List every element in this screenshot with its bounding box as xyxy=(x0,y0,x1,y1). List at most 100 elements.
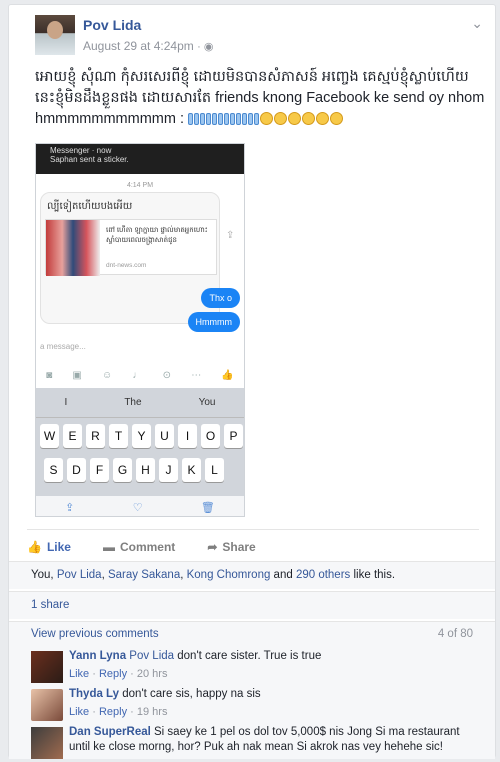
key: P xyxy=(224,424,243,448)
share-arrow-icon: ⇪ xyxy=(226,230,235,241)
comment-reply-link[interactable]: Reply xyxy=(99,668,127,680)
sweat-emoji-icon xyxy=(188,111,260,127)
notification-text: Saphan sent a sticker. xyxy=(50,155,129,164)
attached-screenshot[interactable]: Messenger · now Saphan sent a sticker. 4… xyxy=(35,143,245,517)
comment-text: don't care sis, happy na sis xyxy=(122,688,261,700)
comment-like-link[interactable]: Like xyxy=(69,706,89,718)
key: D xyxy=(67,458,86,482)
commenter-name[interactable]: Thyda Ly xyxy=(69,688,119,700)
notification-banner: Messenger · now Saphan sent a sticker. xyxy=(36,144,244,174)
key: Y xyxy=(132,424,151,448)
others-link[interactable]: 290 others xyxy=(296,569,350,581)
key: L xyxy=(205,458,224,482)
key: K xyxy=(182,458,201,482)
key: O xyxy=(201,424,220,448)
likes-summary: You, Pov Lida, Saray Sakana, Kong Chomro… xyxy=(9,561,495,589)
link-thumbnail xyxy=(46,220,100,276)
commenter-avatar[interactable] xyxy=(31,651,63,683)
share-label: Share xyxy=(222,539,256,554)
share-count-link[interactable]: 1 share xyxy=(9,591,495,619)
comment-time[interactable]: 19 hrs xyxy=(137,706,168,718)
notification-app: Messenger · now xyxy=(50,146,112,155)
share-arrow-icon: ➦ xyxy=(207,539,218,554)
post-time-text[interactable]: August 29 at 4:24pm xyxy=(83,39,194,53)
keyboard-suggestions: I The You xyxy=(36,388,244,418)
share-button[interactable]: ➦ Share xyxy=(207,540,255,554)
key: E xyxy=(63,424,82,448)
mic-icon: ♩ xyxy=(132,369,143,381)
key: J xyxy=(159,458,178,482)
commenter-name[interactable]: Dan SuperReal xyxy=(69,726,151,738)
author-avatar[interactable] xyxy=(35,15,75,55)
comment-like-link[interactable]: Like xyxy=(69,668,89,680)
commenter-name[interactable]: Yann Lyna xyxy=(69,650,126,662)
comment-time[interactable]: 20 hrs xyxy=(137,668,168,680)
image-viewer-toolbar: ⇪ ♡ 🗑 xyxy=(36,496,244,516)
shared-caption: ល្បីទៀតហើយបងអើយ xyxy=(47,201,133,212)
comment-meta: Like · Reply · 19 hrs xyxy=(69,706,168,718)
composer-icons: ◙ ▣ ☺ ♩ ⊙ ⋯ 👍 xyxy=(36,364,244,386)
commenter-avatar[interactable] xyxy=(31,689,63,721)
key: W xyxy=(40,424,59,448)
key: H xyxy=(136,458,155,482)
message-input-placeholder: a message... xyxy=(40,342,86,351)
liker-link[interactable]: Pov Lida xyxy=(57,569,102,581)
key: G xyxy=(113,458,132,482)
comment-icon: ▬ xyxy=(102,539,115,554)
thumbs-up-icon: 👍 xyxy=(27,539,42,554)
camera-icon: ◙ xyxy=(46,369,53,381)
likes-prefix: You, xyxy=(31,569,54,581)
sent-bubble: Thx o xyxy=(201,288,240,308)
thumbs-up-icon: 👍 xyxy=(221,369,234,381)
photo-icon: ▣ xyxy=(72,369,82,381)
commenter-avatar[interactable] xyxy=(31,727,63,759)
trash-icon: 🗑 xyxy=(200,501,215,514)
link-preview-card: ពៅ ហើតា ឡាក្នាយា ផ្ទាល់មាតអ្នកហោះស្ទាំបា… xyxy=(45,219,217,276)
keyboard-row: W E R T Y U I O P xyxy=(40,424,243,448)
keyboard: W E R T Y U I O P S D F G H J K L ⇪ ♡ 🗑 xyxy=(36,418,244,516)
key: I xyxy=(178,424,197,448)
globe-icon: · ◉ xyxy=(197,41,214,53)
liker-link[interactable]: Kong Chomrong xyxy=(187,569,271,581)
view-previous-label[interactable]: View previous comments xyxy=(31,628,159,640)
link-host: dnt-news.com xyxy=(106,262,147,269)
comment-meta: Like · Reply · 20 hrs xyxy=(69,668,168,680)
comment-body: Thyda Ly don't care sis, happy na sis Li… xyxy=(69,687,469,720)
post-author-name[interactable]: Pov Lida xyxy=(83,17,141,33)
share-icon: ⇪ xyxy=(65,501,75,514)
comments-section: Yann Lyna Pov Lida don't care sister. Tr… xyxy=(9,645,495,759)
mention-link[interactable]: Pov Lida xyxy=(129,650,174,662)
key: T xyxy=(109,424,128,448)
comment-reply-link[interactable]: Reply xyxy=(99,706,127,718)
key: F xyxy=(90,458,109,482)
comment-count: 4 of 80 xyxy=(437,628,473,640)
like-button[interactable]: 👍 Like xyxy=(27,540,71,554)
link-title: ពៅ ហើតា ឡាក្នាយា ផ្ទាល់មាតអ្នកហោះស្ទាំបា… xyxy=(106,227,208,244)
sent-bubble: Hmmmm xyxy=(187,312,240,332)
key: S xyxy=(44,458,63,482)
post-actions: 👍 Like ▬ Comment ➦ Share xyxy=(27,529,479,554)
suggestion-item: You xyxy=(198,397,216,408)
view-previous-comments[interactable]: View previous comments 4 of 80 xyxy=(9,621,495,645)
emoji-icon: ☺ xyxy=(102,369,113,381)
heart-icon: ♡ xyxy=(132,501,143,514)
chat-time-label: 4:14 PM xyxy=(126,182,154,189)
suggestion-item: I xyxy=(64,397,68,408)
suggestion-item: The xyxy=(124,397,142,408)
post-timestamp[interactable]: August 29 at 4:24pm · ◉ xyxy=(83,39,213,53)
comment-body: Yann Lyna Pov Lida don't care sister. Tr… xyxy=(69,649,469,682)
like-label: Like xyxy=(46,539,71,554)
likes-suffix: like this. xyxy=(353,569,396,581)
key: R xyxy=(86,424,105,448)
location-icon: ⊙ xyxy=(162,369,172,381)
laughing-emoji-icon xyxy=(260,111,344,127)
shared-link-message: ល្បីទៀតហើយបងអើយ ពៅ ហើតា ឡាក្នាយា ផ្ទាល់ម… xyxy=(40,192,220,324)
chevron-down-icon[interactable]: ⌄ xyxy=(471,15,483,32)
liker-link[interactable]: Saray Sakana xyxy=(108,569,180,581)
post-card: Pov Lida August 29 at 4:24pm · ◉ ⌄ អោយខ្… xyxy=(8,4,496,759)
key: U xyxy=(155,424,174,448)
post-body: អោយខ្ញុំ សុំណា កុំសរសេរពីខ្ញុំ ដោយមិនបាន… xyxy=(35,67,487,130)
comment-text: don't care sister. True is true xyxy=(177,650,322,662)
comment-button[interactable]: ▬ Comment xyxy=(103,540,175,554)
more-icon: ⋯ xyxy=(191,369,202,381)
